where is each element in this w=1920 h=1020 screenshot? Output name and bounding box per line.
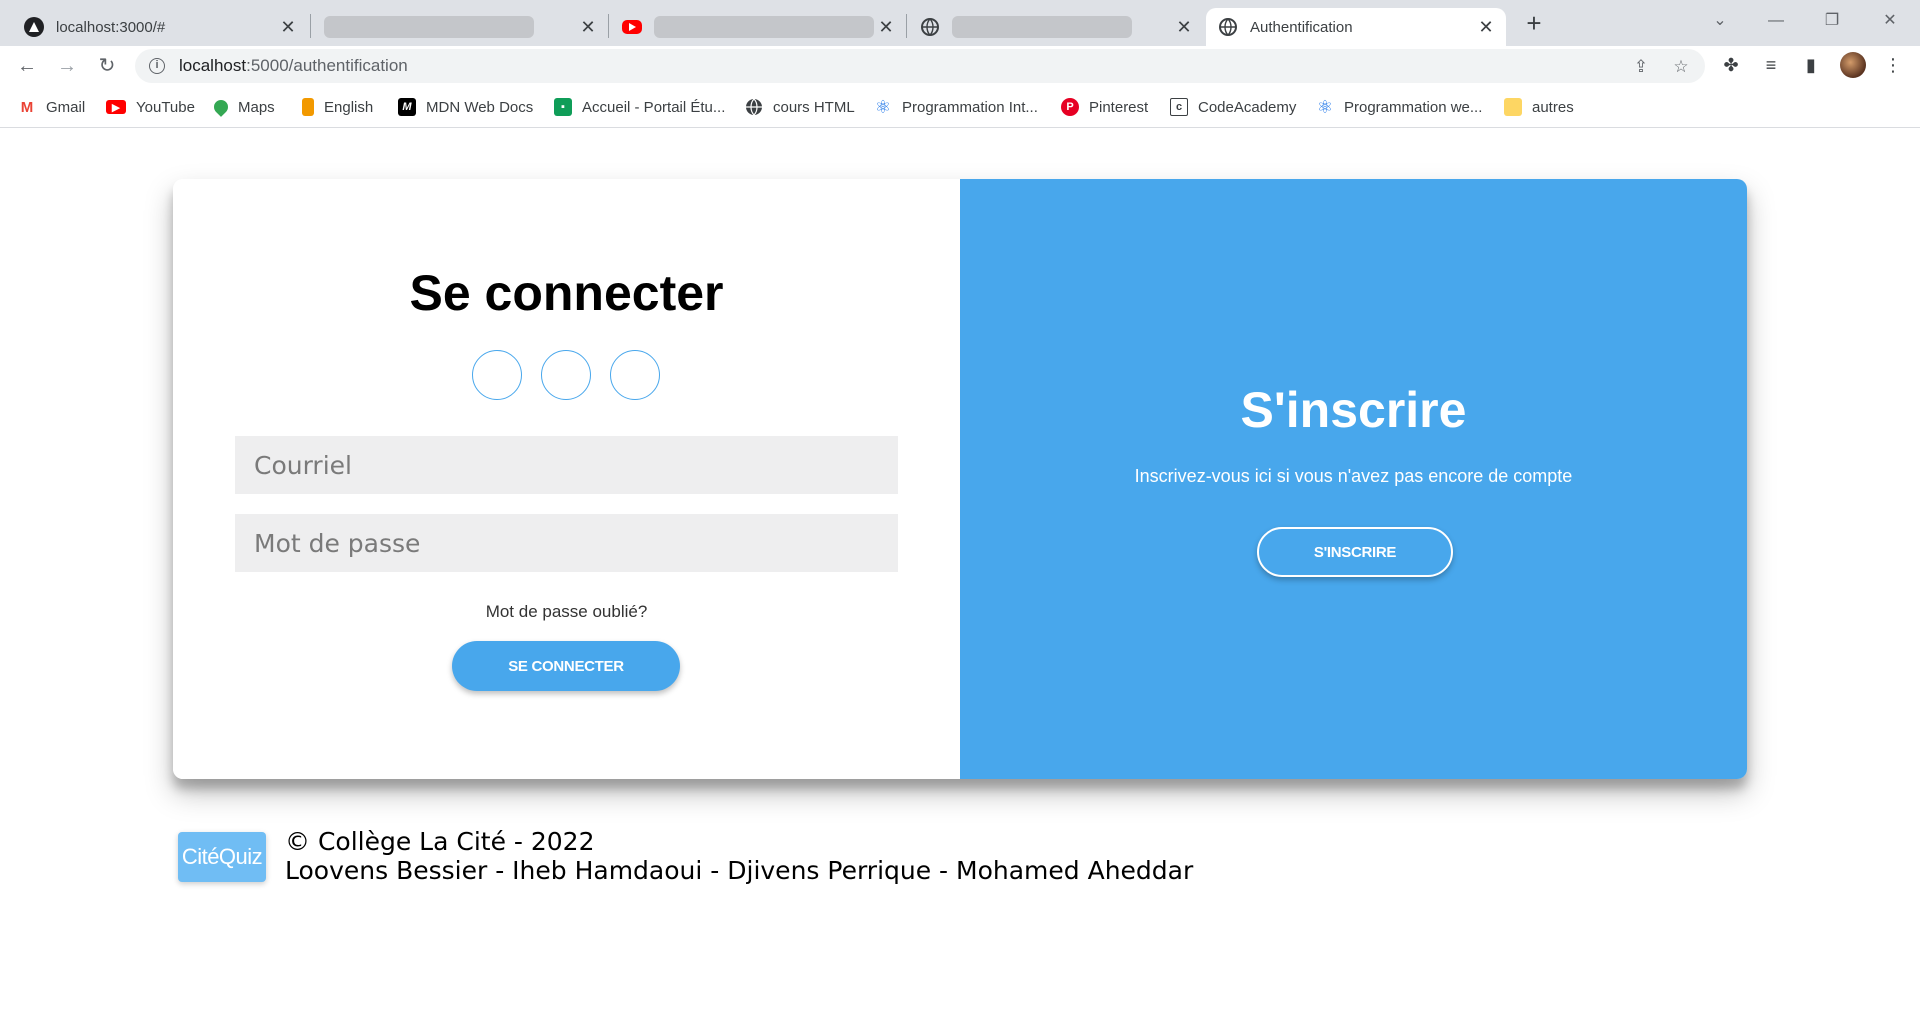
restore-icon[interactable]: ❐ bbox=[1812, 6, 1852, 36]
bookmark-label: MDN Web Docs bbox=[426, 98, 534, 116]
menu-dots-icon[interactable]: ⋮ bbox=[1882, 54, 1904, 76]
close-tab-icon[interactable]: ✕ bbox=[876, 17, 896, 37]
bookmark-label: CodeAcademy bbox=[1198, 98, 1297, 116]
globe-icon bbox=[745, 98, 763, 116]
new-tab-button[interactable]: + bbox=[1520, 10, 1548, 38]
youtube-icon bbox=[622, 20, 642, 34]
tab-localhost-3000[interactable]: localhost:3000/# ✕ bbox=[12, 8, 308, 46]
english-icon bbox=[302, 98, 314, 116]
bookmark-programmation-int[interactable]: ⚛ Programmation Int... bbox=[874, 96, 1038, 118]
tab-blank[interactable]: ✕ bbox=[312, 8, 608, 46]
pinterest-icon: P bbox=[1061, 98, 1079, 116]
bookmark-codeacademy[interactable]: c CodeAcademy bbox=[1170, 96, 1296, 118]
minimize-icon[interactable]: — bbox=[1756, 6, 1796, 36]
auth-card: Se connecter Mot de passe oublié? SE CON… bbox=[173, 179, 1747, 779]
globe-icon bbox=[920, 17, 940, 37]
tab-search-icon[interactable]: ⌄ bbox=[1700, 6, 1740, 36]
bookmark-label: Accueil - Portail Étu... bbox=[582, 98, 726, 116]
back-icon[interactable]: ← bbox=[13, 52, 41, 80]
codeacademy-icon: c bbox=[1170, 98, 1188, 116]
signup-panel: S'inscrire Inscrivez-vous ici si vous n'… bbox=[960, 179, 1747, 779]
browser-toolbar: ← → ↻ i localhost:5000/authentification … bbox=[0, 46, 1920, 86]
bookmark-star-icon[interactable]: ☆ bbox=[1671, 57, 1691, 77]
extensions-icon[interactable]: ✤ bbox=[1720, 54, 1742, 76]
login-button[interactable]: SE CONNECTER bbox=[452, 641, 680, 691]
bookmark-label: English bbox=[324, 98, 374, 116]
tab-youtube[interactable]: ✕ bbox=[610, 8, 906, 46]
folder-icon bbox=[1504, 98, 1522, 116]
email-field[interactable] bbox=[235, 436, 898, 494]
close-tab-icon[interactable]: ✕ bbox=[1476, 17, 1496, 37]
reload-icon[interactable]: ↻ bbox=[93, 52, 121, 80]
close-window-icon[interactable]: ✕ bbox=[1870, 6, 1910, 36]
bookmark-label: YouTube bbox=[136, 98, 195, 116]
close-tab-icon[interactable]: ✕ bbox=[1174, 17, 1194, 37]
login-title: Se connecter bbox=[409, 265, 724, 321]
media-queue-icon[interactable]: ≡ bbox=[1760, 54, 1782, 76]
bookmarks-bar: M Gmail ▶ YouTube Maps English M MDN Web… bbox=[0, 86, 1920, 128]
signup-description: Inscrivez-vous ici si vous n'avez pas en… bbox=[1134, 466, 1573, 486]
bookmark-label: Pinterest bbox=[1089, 98, 1149, 116]
address-bar[interactable]: i localhost:5000/authentification ⇪ ☆ bbox=[135, 49, 1705, 83]
bookmark-autres[interactable]: autres bbox=[1504, 96, 1574, 118]
bookmark-gmail[interactable]: M Gmail bbox=[18, 96, 85, 118]
tab-authentification[interactable]: Authentification ✕ bbox=[1206, 8, 1506, 46]
bookmark-portail[interactable]: ▪ Accueil - Portail Étu... bbox=[554, 96, 725, 118]
forward-icon[interactable]: → bbox=[53, 52, 81, 80]
redacted-tab-title bbox=[654, 16, 874, 38]
react-icon: ⚛ bbox=[874, 96, 892, 117]
redacted-tab-title bbox=[952, 16, 1132, 38]
tab-title: localhost:3000/# bbox=[56, 18, 166, 36]
close-tab-icon[interactable]: ✕ bbox=[578, 17, 598, 37]
maps-icon bbox=[211, 97, 231, 117]
portal-icon: ▪ bbox=[554, 98, 572, 116]
bookmark-cours-html[interactable]: cours HTML bbox=[745, 96, 855, 118]
tab-divider bbox=[310, 14, 311, 38]
url-text: localhost:5000/authentification bbox=[179, 56, 408, 75]
react-icon: ⚛ bbox=[1316, 96, 1334, 117]
tab-title: Authentification bbox=[1250, 18, 1353, 36]
bookmark-label: Gmail bbox=[46, 98, 86, 116]
tab-globe[interactable]: ✕ bbox=[908, 8, 1204, 46]
social-login-button[interactable] bbox=[472, 350, 522, 400]
close-tab-icon[interactable]: ✕ bbox=[278, 17, 298, 37]
tab-strip: localhost:3000/# ✕ ✕ ✕ ✕ Authentificatio… bbox=[0, 0, 1920, 46]
signup-title: S'inscrire bbox=[1240, 382, 1467, 438]
footer-authors: Loovens Bessier - Iheb Hamdaoui - Djiven… bbox=[285, 856, 1194, 885]
share-icon[interactable]: ⇪ bbox=[1631, 57, 1651, 77]
site-info-icon[interactable]: i bbox=[149, 58, 165, 74]
forgot-password-link[interactable]: Mot de passe oublié? bbox=[173, 602, 960, 622]
signup-button[interactable]: S'INSCRIRE bbox=[1257, 527, 1453, 577]
profile-avatar[interactable] bbox=[1840, 52, 1866, 78]
bookmark-mdn[interactable]: M MDN Web Docs bbox=[398, 96, 533, 118]
bookmark-pinterest[interactable]: P Pinterest bbox=[1061, 96, 1148, 118]
footer-copyright: © Collège La Cité - 2022 bbox=[285, 827, 595, 856]
social-login-button[interactable] bbox=[610, 350, 660, 400]
social-login-button[interactable] bbox=[541, 350, 591, 400]
bookmark-label: Programmation we... bbox=[1344, 98, 1483, 116]
bookmark-maps[interactable]: Maps bbox=[211, 96, 275, 118]
gmail-icon: M bbox=[18, 98, 36, 116]
globe-icon bbox=[1218, 17, 1238, 37]
password-field[interactable] bbox=[235, 514, 898, 572]
bookmark-english[interactable]: English bbox=[302, 96, 373, 118]
bookmark-label: autres bbox=[1532, 98, 1574, 116]
side-panel-icon[interactable]: ▮ bbox=[1800, 54, 1822, 76]
tab-divider bbox=[906, 14, 907, 38]
bookmark-label: Programmation Int... bbox=[902, 98, 1038, 116]
youtube-icon: ▶ bbox=[106, 100, 126, 114]
bookmark-label: cours HTML bbox=[773, 98, 855, 116]
login-panel: Se connecter Mot de passe oublié? SE CON… bbox=[173, 179, 960, 779]
redacted-tab-title bbox=[324, 16, 534, 38]
mdn-icon: M bbox=[398, 98, 416, 116]
bookmark-youtube[interactable]: ▶ YouTube bbox=[106, 96, 195, 118]
tab-divider bbox=[608, 14, 609, 38]
app-triangle-icon bbox=[24, 17, 44, 37]
bookmark-label: Maps bbox=[238, 98, 275, 116]
citequiz-logo: CitéQuiz bbox=[178, 832, 266, 882]
bookmark-programmation-we[interactable]: ⚛ Programmation we... bbox=[1316, 96, 1482, 118]
